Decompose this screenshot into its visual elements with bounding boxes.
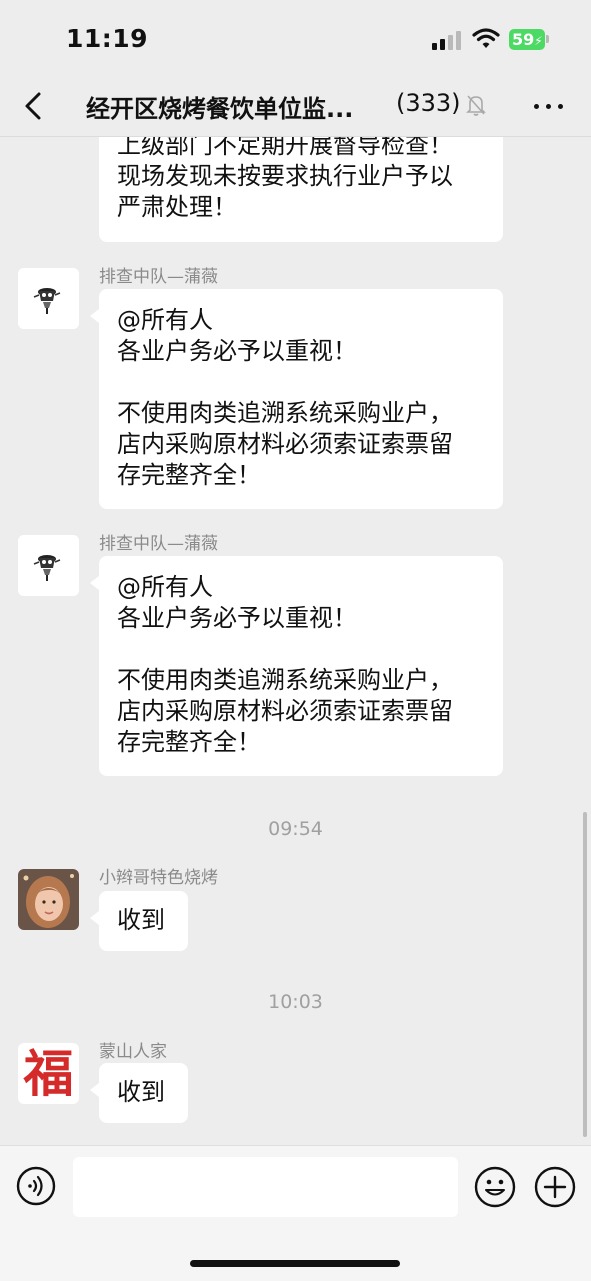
member-count: (333) (396, 89, 461, 117)
message-bubble[interactable]: @所有人 各业户务必予以重视！ 不使用肉类追溯系统采购业户， 店内采购原材料必须… (90, 556, 503, 776)
message-line: 存完整齐全！ (117, 461, 261, 489)
bell-off-icon (466, 95, 486, 116)
group-title[interactable]: 经开区烧烤餐饮单位监... (86, 89, 353, 124)
message-line: @所有人 (117, 573, 213, 601)
message-line: 现场发现未按要求执行业户予以 (117, 162, 453, 190)
time-divider: 10:03 (268, 991, 323, 1013)
voice-icon[interactable] (16, 1166, 56, 1206)
avatar[interactable] (18, 869, 79, 930)
sender-name: 排查中队—蒲薇 (99, 534, 218, 554)
message-line: 收到 (117, 1078, 165, 1106)
message-line: 上级部门不定期开展督导检查！ (117, 137, 453, 159)
user-photo-avatar-icon (18, 869, 79, 930)
message-bubble[interactable]: 收到 (90, 1063, 188, 1123)
home-indicator (190, 1260, 400, 1267)
message-bubble[interactable]: @所有人 各业户务必予以重视！ 不使用肉类追溯系统采购业户， 店内采购原材料必须… (90, 289, 503, 509)
chat-header: 经开区烧烤餐饮单位监... (333) (0, 78, 591, 137)
message-list[interactable]: 上级部门不定期开展督导检查！ 现场发现未按要求执行业户予以 严肃处理！ 排查中队… (0, 137, 591, 1145)
sender-name: 蒙山人家 (99, 1042, 167, 1062)
status-bar: 11:19 59⚡ (0, 0, 591, 78)
avatar[interactable] (18, 535, 79, 596)
battery-nub (546, 35, 549, 43)
message-input[interactable] (73, 1157, 458, 1217)
message-line: 不使用肉类追溯系统采购业户， (117, 666, 453, 694)
scrollbar[interactable] (583, 812, 587, 1137)
message-line: 收到 (117, 906, 165, 934)
message-line: 严肃处理！ (117, 193, 237, 221)
message-line: 店内采购原材料必须索证索票留 (117, 430, 453, 458)
message-line: 各业户务必予以重视！ (117, 337, 357, 365)
cartoon-avatar-icon (18, 268, 79, 329)
avatar[interactable] (18, 268, 79, 329)
cartoon-avatar-icon (18, 535, 79, 596)
message-bubble[interactable]: 收到 (90, 891, 188, 951)
input-bar (0, 1145, 591, 1281)
message-line: @所有人 (117, 306, 213, 334)
wifi-icon (472, 28, 500, 48)
more-options-icon[interactable] (532, 92, 568, 122)
sender-name: 排查中队—蒲薇 (99, 267, 218, 287)
sender-name: 小辫哥特色烧烤 (99, 868, 218, 888)
emoji-icon[interactable] (474, 1166, 516, 1208)
cellular-signal-icon (432, 30, 462, 50)
message-line: 店内采购原材料必须索证索票留 (117, 697, 453, 725)
message-bubble[interactable]: 上级部门不定期开展督导检查！ 现场发现未按要求执行业户予以 严肃处理！ (99, 137, 503, 242)
fu-character-avatar-icon: 福 (18, 1043, 79, 1104)
back-chevron-left-icon[interactable] (18, 90, 50, 122)
message-line: 各业户务必予以重视！ (117, 604, 357, 632)
status-time: 11:19 (66, 24, 149, 53)
message-line: 不使用肉类追溯系统采购业户， (117, 399, 453, 427)
plus-icon[interactable] (534, 1166, 576, 1208)
time-divider: 09:54 (268, 818, 323, 840)
message-line (117, 634, 485, 665)
battery-indicator: 59⚡ (509, 29, 545, 50)
message-line: 存完整齐全！ (117, 728, 261, 756)
avatar[interactable]: 福 (18, 1043, 79, 1104)
battery-level: 59 (512, 30, 535, 49)
message-line (117, 367, 485, 398)
